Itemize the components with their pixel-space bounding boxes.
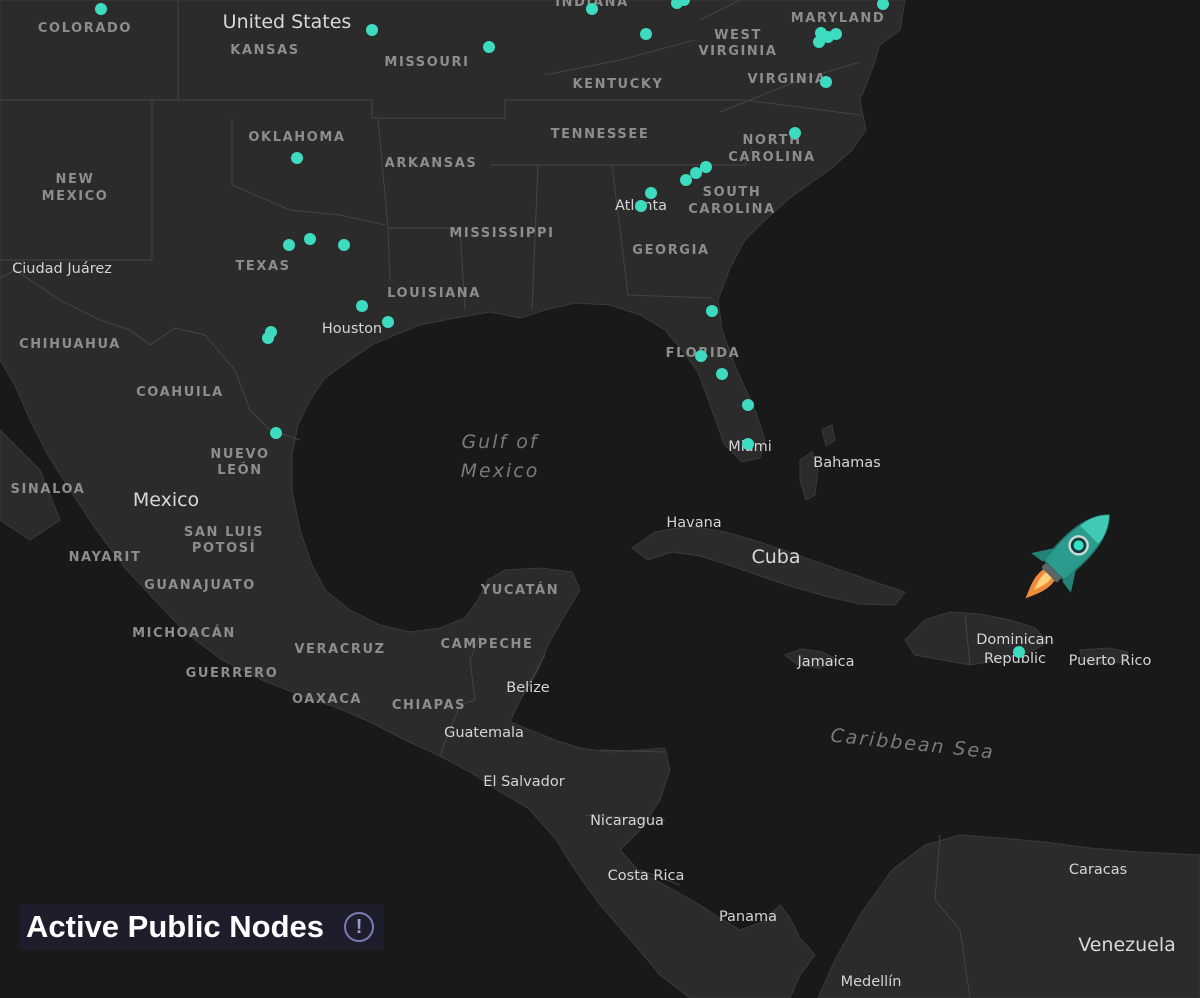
country-label: Nicaragua [590,813,664,829]
legend-title: Active Public Nodes [26,909,325,944]
state-label: KANSAS [230,43,299,58]
country-label: Venezuela [1078,934,1176,956]
state-label: CHIHUAHUA [19,337,121,352]
info-icon[interactable]: ! [344,912,375,942]
node-marker[interactable] [483,41,495,53]
state-label: KENTUCKY [572,77,663,92]
node-marker[interactable] [262,332,274,344]
node-marker[interactable] [270,427,282,439]
state-label: MISSOURI [384,55,469,70]
state-label: SINALOA [11,482,86,497]
country-label: Mexico [133,489,199,511]
node-marker[interactable] [283,239,295,251]
state-label: YUCATÁN [480,582,560,598]
node-marker[interactable] [382,316,394,328]
country-label: Bahamas [813,455,880,471]
node-marker[interactable] [586,3,598,15]
state-label: VIRGINIA [699,44,778,59]
node-marker[interactable] [706,305,718,317]
state-label: MARYLAND [791,11,886,26]
node-marker[interactable] [700,161,712,173]
state-label: LOUISIANA [387,286,481,301]
state-label: GUERRERO [186,666,279,681]
node-marker[interactable] [640,28,652,40]
state-label: CAROLINA [688,202,776,217]
state-label: CAROLINA [728,150,816,165]
node-marker[interactable] [304,233,316,245]
country-label: El Salvador [483,774,564,790]
node-marker[interactable] [338,239,350,251]
node-marker[interactable] [645,187,657,199]
node-marker[interactable] [680,174,692,186]
country-label: Guatemala [444,725,524,741]
state-label: WEST [714,28,762,43]
node-marker[interactable] [820,76,832,88]
country-label: Jamaica [796,654,854,670]
node-marker[interactable] [742,399,754,411]
country-label: Belize [506,680,550,696]
country-label: United States [223,11,352,33]
gulf-label-2: Mexico [461,460,540,482]
country-label: Dominican [976,632,1053,648]
node-marker[interactable] [356,300,368,312]
state-label: TEXAS [235,259,290,274]
state-label: OAXACA [292,692,362,707]
country-label: Panama [719,909,777,925]
country-label: Cuba [751,546,800,568]
node-marker[interactable] [95,3,107,15]
country-label: Costa Rica [608,868,685,884]
state-label: NUEVO [210,447,269,462]
node-marker[interactable] [830,28,842,40]
city-label: Havana [666,515,721,531]
state-label: CAMPECHE [440,637,533,652]
map-canvas[interactable]: Gulf of Mexico Caribbean Sea COLORADO KA… [0,0,1200,998]
state-label: VIRGINIA [748,72,827,87]
state-label: VERACRUZ [294,642,385,657]
state-label: ARKANSAS [385,156,478,171]
node-marker[interactable] [742,438,754,450]
state-label: SOUTH [703,185,762,200]
country-label: Puerto Rico [1069,653,1152,669]
node-marker[interactable] [291,152,303,164]
state-label: OKLAHOMA [248,130,345,145]
state-label: LEÓN [217,462,263,478]
node-marker[interactable] [690,167,702,179]
node-marker[interactable] [716,368,728,380]
state-label: COAHUILA [136,385,224,400]
city-label: Caracas [1069,862,1127,878]
state-label: POTOSÍ [192,540,256,556]
city-label: Houston [322,321,382,337]
node-marker[interactable] [366,24,378,36]
state-label: COLORADO [38,21,132,36]
state-label: GUANAJUATO [144,578,256,593]
state-label: TENNESSEE [551,127,650,142]
legend-panel: Active Public Nodes ! [20,904,385,950]
state-label: CHIAPAS [392,698,466,713]
node-marker[interactable] [789,127,801,139]
node-marker[interactable] [813,36,825,48]
city-label: Medellín [841,974,902,990]
state-label: MICHOACÁN [132,625,236,641]
node-marker[interactable] [695,350,707,362]
state-label: SAN LUIS [184,525,264,540]
gulf-label-1: Gulf of [461,431,539,453]
state-label: NAYARIT [69,550,142,565]
city-label: Ciudad Juárez [12,261,112,277]
state-label: NEW [56,172,95,187]
node-marker[interactable] [1013,646,1025,658]
state-label: MISSISSIPPI [449,226,554,241]
node-marker[interactable] [635,200,647,212]
state-label: MEXICO [42,189,109,204]
state-label: GEORGIA [632,243,709,258]
